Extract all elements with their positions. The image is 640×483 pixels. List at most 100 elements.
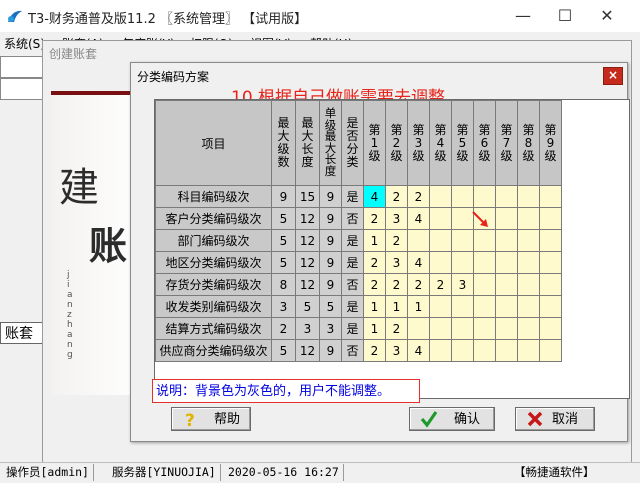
menu-system[interactable]: 系统(S) (4, 35, 45, 52)
cell-level-2[interactable]: 3 (385, 207, 408, 230)
cell-level-6[interactable] (473, 229, 496, 252)
cell-level-4[interactable] (429, 295, 452, 318)
header-level-8: 第8级 (517, 100, 540, 186)
cell-level-4[interactable] (429, 185, 452, 208)
cell-level-5[interactable] (451, 317, 474, 340)
cell-level-9[interactable] (539, 185, 562, 208)
cell-is-classify: 是 (341, 229, 364, 252)
cell-level-1[interactable]: 2 (363, 273, 386, 296)
cell-level-2[interactable]: 3 (385, 339, 408, 362)
dialog-close-button[interactable]: × (603, 67, 623, 85)
cell-level-6[interactable] (473, 273, 496, 296)
cell-is-classify: 是 (341, 295, 364, 318)
close-window-button[interactable]: ✕ (587, 4, 627, 28)
cell-level-9[interactable] (539, 229, 562, 252)
cell-level-6[interactable] (473, 185, 496, 208)
cell-level-9[interactable] (539, 339, 562, 362)
account-label[interactable]: 账套 (0, 322, 44, 344)
cell-level-1[interactable]: 4 (363, 185, 386, 208)
cell-level-1[interactable]: 2 (363, 251, 386, 274)
cell-level-7[interactable] (495, 207, 518, 230)
cell-level-5[interactable] (451, 229, 474, 252)
cell-level-9[interactable] (539, 295, 562, 318)
cell-level-3[interactable]: 4 (407, 251, 430, 274)
table-row: 结算方式编码级次 2 3 3 是 1 2 (155, 317, 562, 340)
annotation-arrow-icon (472, 211, 488, 227)
cell-level-3[interactable] (407, 229, 430, 252)
create-account-dialog-title: 创建账套 (49, 47, 98, 61)
cell-level-5[interactable] (451, 339, 474, 362)
header-level-5: 第5级 (451, 100, 474, 186)
cell-level-8[interactable] (517, 251, 540, 274)
cell-level-3[interactable]: 2 (407, 273, 430, 296)
cross-icon (527, 411, 543, 427)
cell-level-2[interactable]: 3 (385, 251, 408, 274)
cell-level-5[interactable] (451, 251, 474, 274)
cell-is-classify: 否 (341, 207, 364, 230)
banner-char-build: 建 (59, 165, 99, 211)
cell-level-5[interactable] (451, 295, 474, 318)
cell-level-6[interactable] (473, 317, 496, 340)
cell-level-7[interactable] (495, 185, 518, 208)
cell-level-4[interactable] (429, 229, 452, 252)
cell-level-4[interactable] (429, 207, 452, 230)
table-header-row: 项目 最大级数 最大长度 单级最大长度 是否分类 第1级 第2级 第3级 第4级… (155, 100, 562, 186)
header-max-length: 最大长度 (295, 100, 320, 186)
cell-level-8[interactable] (517, 185, 540, 208)
cell-level-2[interactable]: 2 (385, 273, 408, 296)
cell-level-7[interactable] (495, 295, 518, 318)
cell-level-8[interactable] (517, 317, 540, 340)
header-level-7: 第7级 (495, 100, 518, 186)
cell-level-9[interactable] (539, 207, 562, 230)
cell-level-1[interactable]: 1 (363, 295, 386, 318)
cell-level-9[interactable] (539, 317, 562, 340)
cell-level-4[interactable]: 2 (429, 273, 452, 296)
cell-level-6[interactable] (473, 339, 496, 362)
cell-level-7[interactable] (495, 339, 518, 362)
minimize-button[interactable]: — (503, 4, 543, 28)
cell-level-3[interactable] (407, 317, 430, 340)
cell-level-3[interactable]: 4 (407, 339, 430, 362)
header-single-max-length: 单级最大长度 (319, 100, 342, 186)
cell-level-4[interactable] (429, 317, 452, 340)
cell-level-7[interactable] (495, 251, 518, 274)
cell-level-2[interactable]: 1 (385, 295, 408, 318)
ok-button[interactable]: 确认 (409, 407, 495, 431)
cell-level-9[interactable] (539, 273, 562, 296)
cell-level-5[interactable] (451, 185, 474, 208)
cell-level-4[interactable] (429, 251, 452, 274)
cell-level-1[interactable]: 2 (363, 207, 386, 230)
cell-level-1[interactable]: 1 (363, 317, 386, 340)
cell-is-classify: 是 (341, 317, 364, 340)
cancel-button[interactable]: 取消 (515, 407, 595, 431)
cell-level-8[interactable] (517, 229, 540, 252)
cell-level-9[interactable] (539, 251, 562, 274)
cell-level-8[interactable] (517, 273, 540, 296)
cell-single-max-length: 9 (319, 339, 342, 362)
cell-level-2[interactable]: 2 (385, 229, 408, 252)
help-icon: ? (185, 411, 195, 428)
cell-level-8[interactable] (517, 295, 540, 318)
cell-level-2[interactable]: 2 (385, 185, 408, 208)
cell-level-4[interactable] (429, 339, 452, 362)
cell-level-8[interactable] (517, 207, 540, 230)
cell-level-1[interactable]: 2 (363, 339, 386, 362)
cell-level-7[interactable] (495, 229, 518, 252)
help-button[interactable]: ? 帮助 (171, 407, 251, 431)
header-level-6: 第6级 (473, 100, 496, 186)
cell-level-6[interactable] (473, 251, 496, 274)
cell-level-1[interactable]: 1 (363, 229, 386, 252)
cell-level-6[interactable] (473, 295, 496, 318)
cell-level-7[interactable] (495, 317, 518, 340)
cell-level-8[interactable] (517, 339, 540, 362)
cell-level-3[interactable]: 2 (407, 185, 430, 208)
cell-level-7[interactable] (495, 273, 518, 296)
header-level-2: 第2级 (385, 100, 408, 186)
cell-level-2[interactable]: 2 (385, 317, 408, 340)
cell-is-classify: 是 (341, 251, 364, 274)
cell-level-5[interactable]: 3 (451, 273, 474, 296)
cell-level-3[interactable]: 1 (407, 295, 430, 318)
cell-level-3[interactable]: 4 (407, 207, 430, 230)
maximize-button[interactable]: ☐ (545, 4, 585, 28)
header-level-3: 第3级 (407, 100, 430, 186)
